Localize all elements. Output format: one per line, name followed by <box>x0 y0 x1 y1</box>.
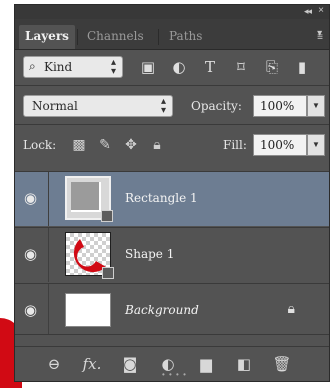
lock-transparent-icon[interactable]: ▩ <box>69 134 89 154</box>
blend-mode-select[interactable]: Normal ▴ ▾ <box>23 95 173 117</box>
lock-label: Lock: <box>23 138 57 152</box>
filter-kind-label: Kind <box>44 60 73 74</box>
divider <box>15 124 329 125</box>
resize-grip[interactable]: • • • • <box>162 370 187 379</box>
type-filter-icon[interactable]: T <box>199 56 221 78</box>
tab-separator <box>158 29 159 45</box>
smart-object-filter-icon[interactable]: ⎘ <box>261 56 283 78</box>
opacity-dropdown-button[interactable]: ▼ <box>307 95 325 117</box>
adjustment-filter-icon[interactable]: ◐ <box>168 56 190 78</box>
opacity-input[interactable]: 100% <box>253 95 307 117</box>
blend-row: Normal ▴ ▾ Opacity: 100% ▼ <box>15 89 329 123</box>
lock-image-icon[interactable]: ✎ <box>95 134 115 154</box>
tab-separator <box>77 29 78 45</box>
tab-paths[interactable]: Paths <box>163 25 213 49</box>
layer-row-shape-1[interactable]: ◉ Shape 1 <box>15 227 329 282</box>
collapse-icon[interactable]: ◂◂ <box>304 6 312 17</box>
filter-kind-select[interactable]: ⌕ Kind ▴ ▾ <box>23 56 123 78</box>
panel-tabbar: Layers Channels Paths ▾ ≡ <box>15 19 329 50</box>
filter-toggle-icon[interactable]: ▮ <box>295 56 309 78</box>
updown-icon: ▴ ▾ <box>160 96 166 116</box>
search-icon: ⌕ <box>29 59 36 73</box>
fill-input[interactable]: 100% <box>253 134 307 156</box>
lock-position-icon[interactable]: ✥ <box>121 134 141 154</box>
new-layer-icon[interactable]: ◧ <box>233 354 255 374</box>
trash-icon[interactable]: 🗑︎ <box>271 354 293 374</box>
fx-icon[interactable]: fx. <box>81 354 103 374</box>
panel-title-strip: ◂◂ × <box>15 5 329 19</box>
tab-layers[interactable]: Layers <box>19 25 75 49</box>
lock-icon[interactable]: 🔒︎ <box>288 300 295 317</box>
shape-filter-icon[interactable]: ⌑ <box>230 56 252 78</box>
link-layers-icon[interactable]: ⊖ <box>43 354 65 374</box>
layer-name[interactable]: Background <box>125 303 199 317</box>
layer-row-rectangle-1[interactable]: ◉ Rectangle 1 <box>15 171 329 226</box>
layer-thumbnail <box>65 232 114 279</box>
opacity-label: Opacity: <box>191 99 242 113</box>
filter-row: ⌕ Kind ▴ ▾ ▣ ◐ T ⌑ ⎘ ▮ <box>15 50 329 84</box>
lock-all-icon[interactable]: 🔒︎ <box>147 134 167 154</box>
eye-icon: ◉ <box>24 246 38 263</box>
vector-mask-icon <box>101 210 113 222</box>
divider <box>15 85 329 86</box>
visibility-toggle[interactable]: ◉ <box>15 284 49 334</box>
layer-row-background[interactable]: ◉ Background 🔒︎ <box>15 283 329 335</box>
layer-name[interactable]: Rectangle 1 <box>125 191 198 205</box>
eye-icon: ◉ <box>24 302 38 319</box>
eye-icon: ◉ <box>24 190 38 207</box>
lock-row: Lock: ▩ ✎ ✥ 🔒︎ Fill: 100% ▼ <box>15 128 329 162</box>
blend-mode-value: Normal <box>32 99 78 113</box>
visibility-toggle[interactable]: ◉ <box>15 228 49 282</box>
tab-channels[interactable]: Channels <box>81 25 155 49</box>
image-filter-icon[interactable]: ▣ <box>137 56 159 78</box>
fill-label: Fill: <box>223 138 247 152</box>
mask-icon[interactable]: ◙ <box>119 354 141 374</box>
panel-menu-icon[interactable]: ▾ ≡ <box>317 29 323 43</box>
panel-footer: ⊖ fx. ◙ ◐ ▆ ◧ 🗑︎ • • • • <box>15 346 329 381</box>
visibility-toggle[interactable]: ◉ <box>15 172 49 226</box>
layers-panel: ◂◂ × Layers Channels Paths ▾ ≡ ⌕ Kind ▴ ▾ … <box>14 4 330 382</box>
layer-name[interactable]: Shape 1 <box>125 247 174 261</box>
vector-mask-icon <box>102 267 114 279</box>
updown-icon: ▴ ▾ <box>110 57 116 77</box>
layer-thumbnail <box>65 293 111 327</box>
layer-thumbnail <box>65 176 113 222</box>
fill-dropdown-button[interactable]: ▼ <box>307 134 325 156</box>
close-icon[interactable]: × <box>318 5 324 16</box>
folder-icon[interactable]: ▆ <box>195 354 217 374</box>
thumbnail-rectangle <box>71 182 101 212</box>
